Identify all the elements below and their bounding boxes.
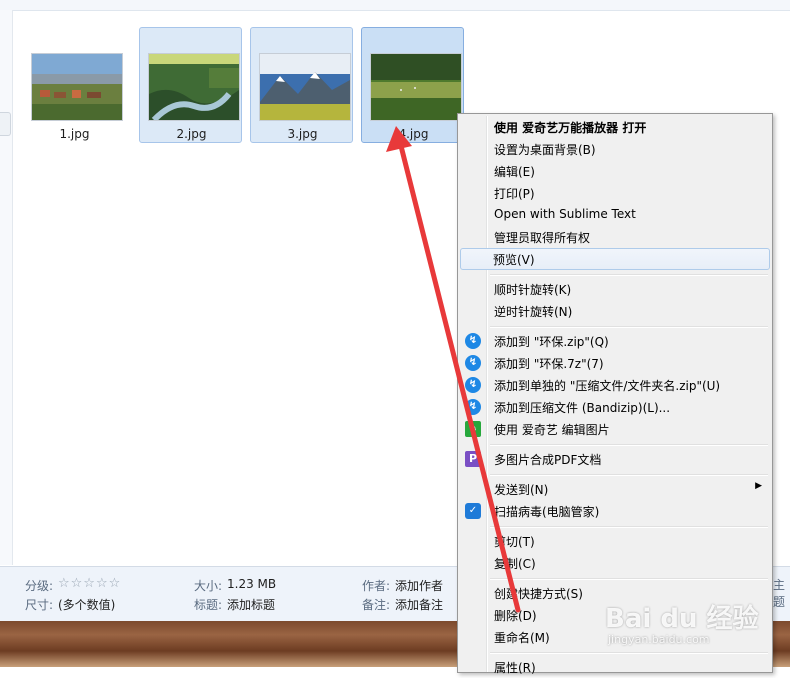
file-name: 4.jpg (398, 127, 429, 141)
thumbnail-river-forest (149, 54, 239, 120)
file-item-1[interactable]: 1.jpg (22, 27, 125, 143)
title-value[interactable]: 添加标题 (227, 596, 275, 613)
submenu-arrow-icon: ▶ (755, 481, 762, 491)
menu-item-take-ownership[interactable]: 管理员取得所有权 (460, 226, 770, 248)
menu-item-cut[interactable]: 剪切(T) (460, 530, 770, 552)
shield-icon: ✓ (465, 503, 481, 519)
file-item-3[interactable]: 3.jpg (250, 27, 353, 143)
menu-item-add-to-archive-bandizip[interactable]: ↯ 添加到压缩文件 (Bandizip)(L)... (460, 396, 770, 418)
size-value: 1.23 MB (227, 577, 277, 591)
menu-separator (490, 652, 768, 654)
bandizip-icon: ↯ (465, 399, 481, 415)
comments-value[interactable]: 添加备注 (395, 596, 443, 613)
bandizip-icon: ↯ (465, 377, 481, 393)
menu-item-edit[interactable]: 编辑(E) (460, 160, 770, 182)
menu-separator (490, 578, 768, 580)
menu-item-rotate-clockwise[interactable]: 顺时针旋转(K) (460, 278, 770, 300)
title-label: 标题: (194, 598, 223, 612)
dimensions-value: (多个数值) (58, 598, 116, 612)
file-name: 3.jpg (287, 127, 318, 141)
file-item-4[interactable]: 4.jpg (361, 27, 464, 143)
menu-item-add-to-7z[interactable]: ↯ 添加到 "环保.7z"(7) (460, 352, 770, 374)
menu-item-open-sublime[interactable]: Open with Sublime Text (460, 204, 770, 226)
menu-item-preview[interactable]: 预览(V) (460, 248, 770, 270)
comments-label: 备注: (362, 598, 391, 612)
menu-item-send-to[interactable]: 发送到(N) ▶ (460, 478, 770, 500)
menu-item-scan-virus[interactable]: ✓ 扫描病毒(电脑管家) (460, 500, 770, 522)
subject-label-partial: 主题 (773, 578, 786, 609)
baidu-watermark: Bai du 经验 (605, 604, 759, 634)
thumbnail-snow-mountains (260, 54, 350, 120)
menu-item-add-to-zip[interactable]: ↯ 添加到 "环保.zip"(Q) (460, 330, 770, 352)
menu-item-print[interactable]: 打印(P) (460, 182, 770, 204)
menu-separator (490, 526, 768, 528)
menu-separator (490, 474, 768, 476)
file-item-2[interactable]: 2.jpg (139, 27, 242, 143)
baidu-watermark-url: jingyan.baidu.com (608, 633, 710, 646)
pdf-merge-icon: P (465, 451, 481, 467)
menu-item-set-desktop-background[interactable]: 设置为桌面背景(B) (460, 138, 770, 160)
menu-item-copy[interactable]: 复制(C) (460, 552, 770, 574)
menu-item-open-iqiyi-player[interactable]: 使用 爱奇艺万能播放器 打开 (460, 116, 770, 138)
explorer-top-strip (0, 0, 790, 11)
bandizip-icon: ↯ (465, 355, 481, 371)
menu-separator (490, 444, 768, 446)
thumbnail-grassland-forest (371, 54, 461, 120)
menu-separator (490, 326, 768, 328)
rating-label: 分级: (25, 579, 54, 593)
rating-stars[interactable]: ☆☆☆☆☆ (58, 576, 121, 591)
iqiyi-edit-icon: ✎ (465, 421, 481, 437)
context-menu[interactable]: 使用 爱奇艺万能播放器 打开 设置为桌面背景(B) 编辑(E) 打印(P) Op… (457, 113, 773, 675)
file-name: 1.jpg (59, 127, 90, 141)
bandizip-icon: ↯ (465, 333, 481, 349)
navigation-pane-handle[interactable] (0, 112, 11, 136)
menu-item-add-to-separate-zip[interactable]: ↯ 添加到单独的 "压缩文件/文件夹名.zip"(U) (460, 374, 770, 396)
menu-item-merge-pdf[interactable]: P 多图片合成PDF文档 (460, 448, 770, 470)
dimensions-label: 尺寸: (25, 598, 54, 612)
menu-item-iqiyi-edit-image[interactable]: ✎ 使用 爱奇艺 编辑图片 (460, 418, 770, 440)
navigation-pane[interactable] (0, 10, 13, 565)
menu-separator (490, 274, 768, 276)
menu-item-properties[interactable]: 属性(R) (460, 656, 770, 678)
size-label: 大小: (194, 579, 223, 593)
author-label: 作者: (362, 579, 391, 593)
file-name: 2.jpg (176, 127, 207, 141)
menu-item-rotate-counterclockwise[interactable]: 逆时针旋转(N) (460, 300, 770, 322)
thumbnail-village (32, 54, 122, 120)
author-value[interactable]: 添加作者 (395, 577, 443, 594)
